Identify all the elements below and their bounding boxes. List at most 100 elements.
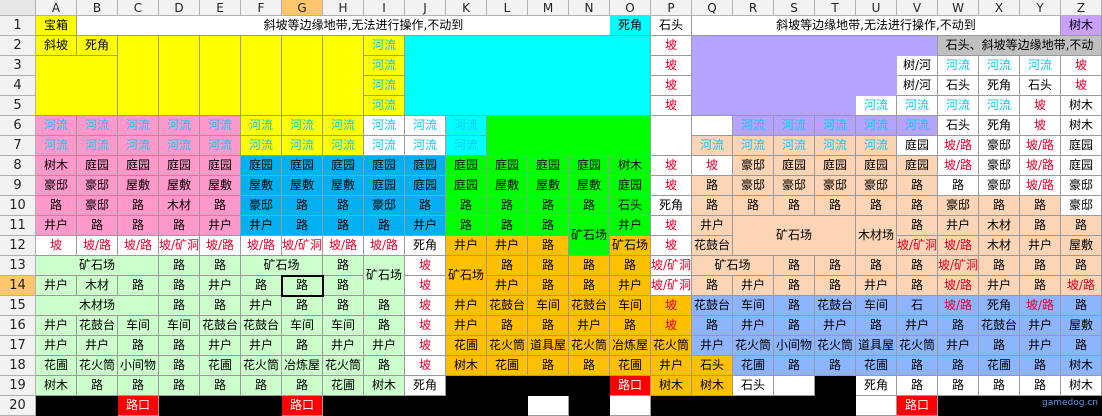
cell-q16[interactable]: 路: [692, 316, 733, 336]
cell-u9[interactable]: 豪邸: [856, 176, 897, 196]
cell-j8[interactable]: 庭园: [405, 156, 446, 176]
cell-v19[interactable]: 路: [897, 376, 938, 396]
cell-b2[interactable]: 死角: [77, 36, 118, 56]
cell-d7[interactable]: 河流: [159, 136, 200, 156]
cell-x9[interactable]: 豪邸: [979, 176, 1020, 196]
cell-s19[interactable]: [774, 376, 815, 396]
cell-t10[interactable]: 路: [815, 196, 856, 216]
cell-l10[interactable]: 路: [487, 196, 528, 216]
cell-f10[interactable]: 豪邸: [241, 196, 282, 216]
cell-f6[interactable]: 河流: [241, 116, 282, 136]
cell-y13[interactable]: 路: [1020, 256, 1061, 276]
cell-i15[interactable]: 路: [364, 296, 405, 316]
cell-k16[interactable]: 井户: [446, 316, 487, 336]
cell-e14[interactable]: 井户: [200, 276, 241, 296]
cell-q17[interactable]: 井户: [692, 336, 733, 356]
cell-c17[interactable]: 路: [118, 336, 159, 356]
cell-t14[interactable]: 路: [815, 276, 856, 296]
row-header-20[interactable]: 20: [0, 396, 36, 416]
cell-s13[interactable]: 路: [774, 256, 815, 276]
cell-k17[interactable]: 花圃: [446, 336, 487, 356]
cell-o19[interactable]: 路口: [610, 376, 651, 396]
cell-b10[interactable]: 豪邸: [77, 196, 118, 216]
cell-x15[interactable]: 死角: [979, 296, 1020, 316]
cell-h8[interactable]: 庭园: [323, 156, 364, 176]
cell-c12[interactable]: 坡/路: [118, 236, 159, 256]
cell-g11[interactable]: 路: [282, 216, 323, 236]
cell-z15[interactable]: 路: [1061, 296, 1102, 316]
cell-f14[interactable]: 路: [241, 276, 282, 296]
cell-r19[interactable]: 石头: [733, 376, 774, 396]
cell-a2[interactable]: 斜坡: [36, 36, 77, 56]
cell-a13[interactable]: 矿石场: [36, 256, 159, 276]
cell-o1[interactable]: 死角: [610, 16, 651, 36]
cell-x7[interactable]: 豪邸: [979, 136, 1020, 156]
cell-n20[interactable]: [569, 396, 610, 416]
cell-v14[interactable]: 路: [897, 276, 938, 296]
cell-u7[interactable]: 河流: [856, 136, 897, 156]
cell-k8[interactable]: 庭园: [446, 156, 487, 176]
cell-g18[interactable]: 冶炼屋: [282, 356, 323, 376]
cell-w13[interactable]: 坡/矿洞: [938, 256, 979, 276]
cell-y10[interactable]: 路: [1020, 196, 1061, 216]
cell-f2[interactable]: [241, 36, 282, 116]
column-header-x[interactable]: X: [979, 0, 1020, 16]
cell-e18[interactable]: 花圃: [200, 356, 241, 376]
cell-g2[interactable]: [282, 36, 323, 116]
column-header-j[interactable]: J: [405, 0, 446, 16]
cell-s8[interactable]: 庭园: [774, 156, 815, 176]
cell-z3[interactable]: 坡: [1061, 56, 1102, 76]
cell-z9[interactable]: 豪邸: [1061, 176, 1102, 196]
cell-a11[interactable]: 井户: [36, 216, 77, 236]
cell-g16[interactable]: 车间: [282, 316, 323, 336]
cell-d11[interactable]: 路: [159, 216, 200, 236]
cell-o17[interactable]: 冶炼屋: [610, 336, 651, 356]
cell-i7[interactable]: 河流: [364, 136, 405, 156]
cell-g17[interactable]: 路: [282, 336, 323, 356]
cell-r11[interactable]: 矿石场: [733, 216, 856, 256]
cell-u16[interactable]: 路: [856, 316, 897, 336]
cell-p15[interactable]: 坡: [651, 296, 692, 316]
cell-y17[interactable]: 井户: [1020, 336, 1061, 356]
cell-n9[interactable]: 屋敷: [569, 176, 610, 196]
cell-e19[interactable]: 路: [200, 376, 241, 396]
cell-x13[interactable]: 路: [979, 256, 1020, 276]
cell-u17[interactable]: 道具屋: [856, 336, 897, 356]
cell-i19[interactable]: 树木: [364, 376, 405, 396]
cell-y15[interactable]: 坡/路: [1020, 296, 1061, 316]
cell-w10[interactable]: 豪邸: [938, 196, 979, 216]
cell-a7[interactable]: 河流: [36, 136, 77, 156]
cell-h19[interactable]: 花圃: [323, 376, 364, 396]
cell-n10[interactable]: 路: [569, 196, 610, 216]
cell-w19[interactable]: 路: [938, 376, 979, 396]
cell-r7[interactable]: 河流: [733, 136, 774, 156]
cell-w14[interactable]: 坡/路: [938, 276, 979, 296]
cell-c19[interactable]: 路: [118, 376, 159, 396]
row-header-7[interactable]: 7: [0, 136, 36, 156]
cell-r15[interactable]: 车间: [733, 296, 774, 316]
cell-k13[interactable]: 矿石场: [446, 256, 487, 296]
cell-n11[interactable]: 矿石场: [569, 216, 610, 256]
cell-a3[interactable]: [36, 56, 118, 116]
cell-k11[interactable]: 路: [446, 216, 487, 236]
cell-v11[interactable]: 路: [897, 216, 938, 236]
cell-j12[interactable]: 死角: [405, 236, 446, 256]
cell-y5[interactable]: 坡: [1020, 96, 1061, 116]
column-header-r[interactable]: R: [733, 0, 774, 16]
cell-s10[interactable]: 路: [774, 196, 815, 216]
cell-u8[interactable]: 庭园: [856, 156, 897, 176]
cell-w5[interactable]: 河流: [938, 96, 979, 116]
row-header-17[interactable]: 17: [0, 336, 36, 356]
cell-v13[interactable]: 路: [897, 256, 938, 276]
cell-h11[interactable]: 路: [323, 216, 364, 236]
column-header-k[interactable]: K: [446, 0, 487, 16]
cell-b17[interactable]: 井户: [77, 336, 118, 356]
cell-i17[interactable]: 井户: [364, 336, 405, 356]
cell-z6[interactable]: 树木: [1061, 116, 1102, 136]
cell-t15[interactable]: 花鼓台: [815, 296, 856, 316]
cell-p5[interactable]: 坡: [651, 96, 692, 116]
cell-g10[interactable]: 路: [282, 196, 323, 216]
cell-b16[interactable]: 花鼓台: [77, 316, 118, 336]
cell-p3[interactable]: 坡: [651, 56, 692, 76]
column-header-f[interactable]: F: [241, 0, 282, 16]
